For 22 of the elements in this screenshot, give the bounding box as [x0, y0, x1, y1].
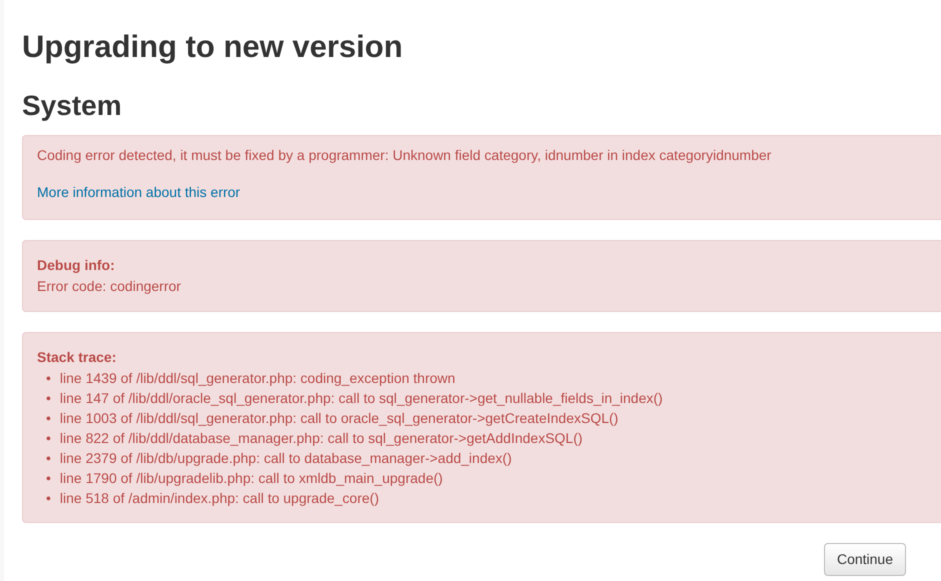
stack-trace-line: line 1790 of /lib/upgradelib.php: call to xmldb_main_upgrade() — [60, 468, 443, 488]
section-title: System — [22, 89, 123, 123]
bullet: • — [46, 428, 51, 448]
stack-trace-line: line 822 of /lib/ddl/database_manager.php: call to sql_generator->getAddIndexSQL() — [60, 428, 583, 448]
stack-trace-label: Stack trace: — [37, 348, 118, 367]
stack-trace-line: line 1439 of /lib/ddl/sql_generator.php: coding_exception thrown — [60, 368, 456, 388]
bullet: • — [46, 408, 51, 428]
bullet: • — [46, 448, 51, 468]
stack-trace-line: line 147 of /lib/ddl/oracle_sql_generator.php: call to sql_generator->get_nullable_fields_in_index() — [60, 388, 663, 408]
debug-label: Debug info: — [37, 256, 116, 275]
error-code: Error code: codingerror — [37, 276, 182, 296]
stack-trace-line: line 518 of /admin/index.php: call to upgrade_core() — [60, 488, 379, 508]
continue-button[interactable]: Continue — [824, 542, 906, 576]
stack-trace-line: line 1003 of /lib/ddl/sql_generator.php: call to oracle_sql_generator->getCreateIndexSQL() — [60, 408, 618, 428]
bullet: • — [46, 388, 51, 408]
stack-trace-line: line 2379 of /lib/db/upgrade.php: call to database_manager->add_index() — [60, 448, 512, 468]
error-message: Coding error detected, it must be fixed by a programmer: Unknown field category, idnumber in index categoryidnumber — [37, 146, 772, 165]
page-title: Upgrading to new version — [22, 28, 404, 66]
bullet: • — [46, 488, 51, 508]
more-info-link[interactable]: More information about this error — [37, 184, 240, 200]
bullet: • — [46, 468, 51, 488]
bullet: • — [46, 368, 51, 388]
